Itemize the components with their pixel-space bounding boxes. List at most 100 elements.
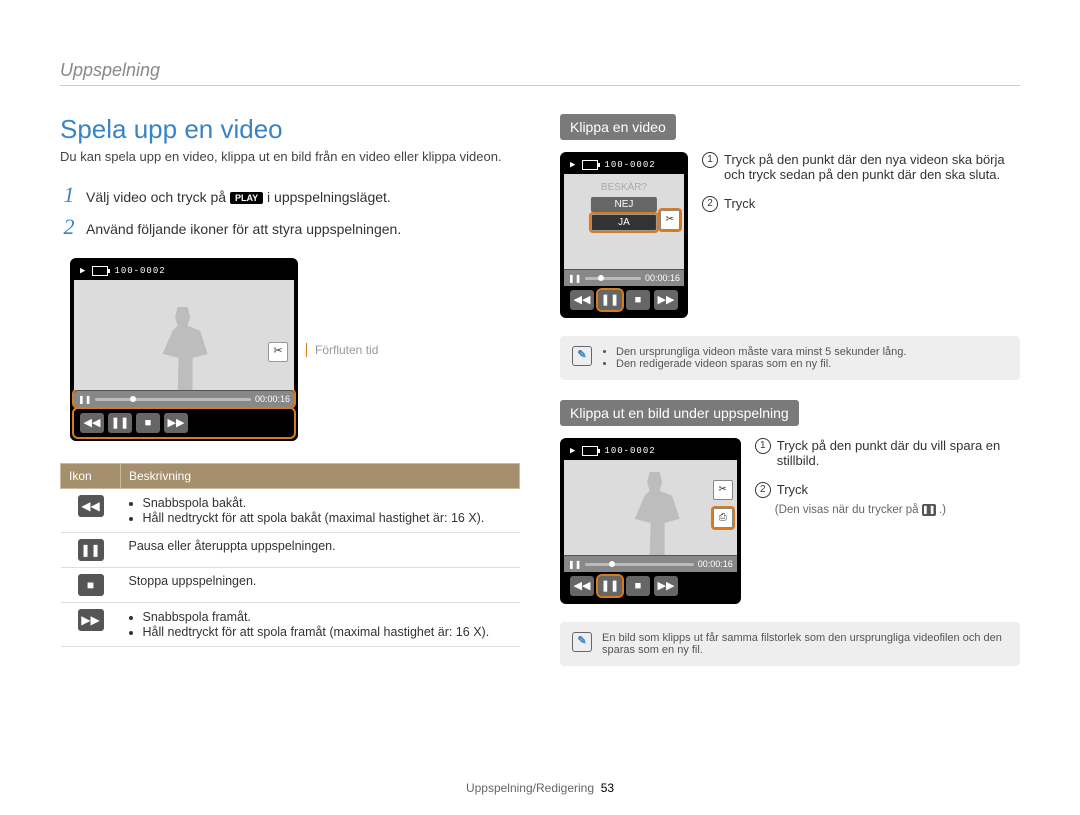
- callout-2: 2 Tryck (Den visas när du trycker på ❚❚ …: [755, 482, 1020, 516]
- pause-button[interactable]: ❚❚: [598, 576, 622, 596]
- player-top-bar: ▶ 100-0002: [74, 262, 294, 280]
- breadcrumb-text: Uppspelning: [60, 60, 160, 80]
- pause-indicator-icon: ❚❚: [568, 274, 581, 283]
- callout-1: 1 Tryck på den punkt där den nya videon …: [702, 152, 1020, 182]
- table-row: ■ Stoppa uppspelningen.: [61, 568, 520, 603]
- page-footer: Uppspelning/Redigering 53: [0, 781, 1080, 795]
- step-2: 2 Använd följande ikoner för att styra u…: [60, 214, 520, 240]
- stop-button[interactable]: ■: [136, 413, 160, 433]
- row2-text: Pausa eller återuppta uppspelningen.: [121, 533, 520, 568]
- progress-track: [95, 398, 251, 401]
- trim-heading: Klippa en video: [560, 114, 676, 140]
- step-number: 1: [60, 182, 78, 208]
- elapsed-label: Förfluten tid: [306, 343, 378, 357]
- th-desc: Beskrivning: [121, 464, 520, 489]
- capture-note-text: En bild som klipps ut får samma filstorl…: [602, 632, 1008, 656]
- player-illustration: ▶ 100-0002 ✂ ❚❚ 00:00:16 ◀◀: [60, 250, 520, 449]
- capture-icon[interactable]: ⎙: [713, 508, 733, 528]
- step-1-text: Välj video och tryck på PLAY i uppspelni…: [86, 189, 391, 205]
- stop-button[interactable]: ■: [626, 576, 650, 596]
- progress-bar: ❚❚ 00:00:16: [564, 555, 737, 572]
- forward-button[interactable]: ▶▶: [654, 290, 678, 310]
- silhouette-figure: [158, 307, 208, 390]
- info-icon: ✎: [572, 346, 592, 366]
- callout-1-text: Tryck på den punkt där den nya videon sk…: [724, 152, 1020, 182]
- page-title: Spela upp en video: [60, 114, 520, 145]
- row4-text-b: Håll nedtryckt för att spola framåt (max…: [143, 625, 512, 639]
- battery-icon: [582, 160, 598, 170]
- battery-icon: [92, 266, 108, 276]
- callout-2: 2 Tryck: [702, 196, 1020, 212]
- play-indicator-icon: ▶: [570, 446, 576, 456]
- circled-1-icon: 1: [702, 152, 718, 168]
- table-row: ❚❚ Pausa eller återuppta uppspelningen.: [61, 533, 520, 568]
- progress-track: [585, 277, 641, 280]
- rewind-icon: ◀◀: [78, 495, 104, 517]
- step-2-text: Använd följande ikoner för att styra upp…: [86, 221, 401, 237]
- breadcrumb: Uppspelning: [60, 60, 1020, 86]
- forward-button[interactable]: ▶▶: [164, 413, 188, 433]
- trim-dialog: BESKÄR? NEJ JA: [591, 180, 657, 233]
- file-number: 100-0002: [604, 160, 655, 170]
- crop-icon[interactable]: ✂: [713, 480, 733, 500]
- trim-scene: BESKÄR? NEJ JA ✂: [564, 174, 684, 269]
- silhouette-figure: [630, 472, 680, 555]
- trim-illustration: ▶ 100-0002 BESKÄR? NEJ JA ✂ ❚❚: [560, 152, 1020, 318]
- lead-text: Du kan spela upp en video, klippa ut en …: [60, 149, 520, 164]
- pause-button[interactable]: ❚❚: [598, 290, 622, 310]
- elapsed-time: 00:00:16: [645, 273, 680, 283]
- table-row: ◀◀ Snabbspola bakåt. Håll nedtryckt för …: [61, 489, 520, 533]
- row4-text-a: Snabbspola framåt.: [143, 610, 512, 624]
- rewind-button[interactable]: ◀◀: [570, 290, 594, 310]
- pause-icon: ❚❚: [78, 539, 104, 561]
- row3-text: Stoppa uppspelningen.: [121, 568, 520, 603]
- trim-callouts: 1 Tryck på den punkt där den nya videon …: [702, 152, 1020, 226]
- dialog-question: BESKÄR?: [591, 180, 657, 195]
- capture-heading: Klippa ut en bild under uppspelning: [560, 400, 799, 426]
- row1-text-b: Håll nedtryckt för att spola bakåt (maxi…: [143, 511, 512, 525]
- pause-button[interactable]: ❚❚: [108, 413, 132, 433]
- rewind-button[interactable]: ◀◀: [570, 576, 594, 596]
- progress-track: [585, 563, 693, 566]
- progress-bar: ❚❚ 00:00:16: [564, 269, 684, 286]
- play-icon: PLAY: [230, 192, 263, 204]
- rewind-button[interactable]: ◀◀: [80, 413, 104, 433]
- player-controls: ◀◀ ❚❚ ■ ▶▶: [564, 572, 737, 600]
- dialog-option-yes[interactable]: JA: [591, 214, 657, 231]
- play-indicator-icon: ▶: [570, 160, 576, 170]
- page-number: 53: [601, 781, 614, 795]
- table-row: ▶▶ Snabbspola framåt. Håll nedtryckt för…: [61, 603, 520, 647]
- steps-list: 1 Välj video och tryck på PLAY i uppspel…: [60, 182, 520, 240]
- battery-icon: [582, 446, 598, 456]
- callout-2-note: (Den visas när du trycker på ❚❚ .): [755, 504, 1020, 516]
- right-column: Klippa en video ▶ 100-0002 BESKÄR? NEJ J…: [560, 114, 1020, 686]
- capture-illustration: ▶ 100-0002 ✂ ⎙ ❚❚ 00:00:16: [560, 438, 1020, 604]
- crop-icon[interactable]: ✂: [660, 210, 680, 230]
- pause-icon: ❚❚: [922, 504, 936, 516]
- circled-1-icon: 1: [755, 438, 771, 454]
- dialog-option-no[interactable]: NEJ: [591, 197, 657, 212]
- left-column: Spela upp en video Du kan spela upp en v…: [60, 114, 520, 686]
- footer-section: Uppspelning/Redigering: [466, 781, 594, 795]
- crop-icon: ✂: [268, 342, 288, 362]
- row1-text-a: Snabbspola bakåt.: [143, 496, 512, 510]
- stop-button[interactable]: ■: [626, 290, 650, 310]
- circled-2-icon: 2: [702, 196, 718, 212]
- player-controls: ◀◀ ❚❚ ■ ▶▶: [564, 286, 684, 314]
- callout-2-text: Tryck: [777, 482, 808, 498]
- video-player: ▶ 100-0002 ✂ ❚❚ 00:00:16 ◀◀: [70, 258, 298, 441]
- forward-button[interactable]: ▶▶: [654, 576, 678, 596]
- trim-note: ✎ Den ursprungliga videon måste vara min…: [560, 336, 1020, 380]
- th-icon: Ikon: [61, 464, 121, 489]
- callout-1: 1 Tryck på den punkt där du vill spara e…: [755, 438, 1020, 468]
- callout-1-text: Tryck på den punkt där du vill spara en …: [777, 438, 1020, 468]
- trim-note-2: Den redigerade videon sparas som en ny f…: [616, 358, 906, 370]
- elapsed-time: 00:00:16: [255, 394, 290, 404]
- elapsed-time: 00:00:16: [698, 559, 733, 569]
- progress-bar: ❚❚ 00:00:16: [74, 390, 294, 407]
- columns: Spela upp en video Du kan spela upp en v…: [60, 114, 1020, 686]
- capture-note: ✎ En bild som klipps ut får samma filsto…: [560, 622, 1020, 666]
- stop-icon: ■: [78, 574, 104, 596]
- pause-indicator-icon: ❚❚: [78, 395, 91, 404]
- capture-player: ▶ 100-0002 ✂ ⎙ ❚❚ 00:00:16: [560, 438, 741, 604]
